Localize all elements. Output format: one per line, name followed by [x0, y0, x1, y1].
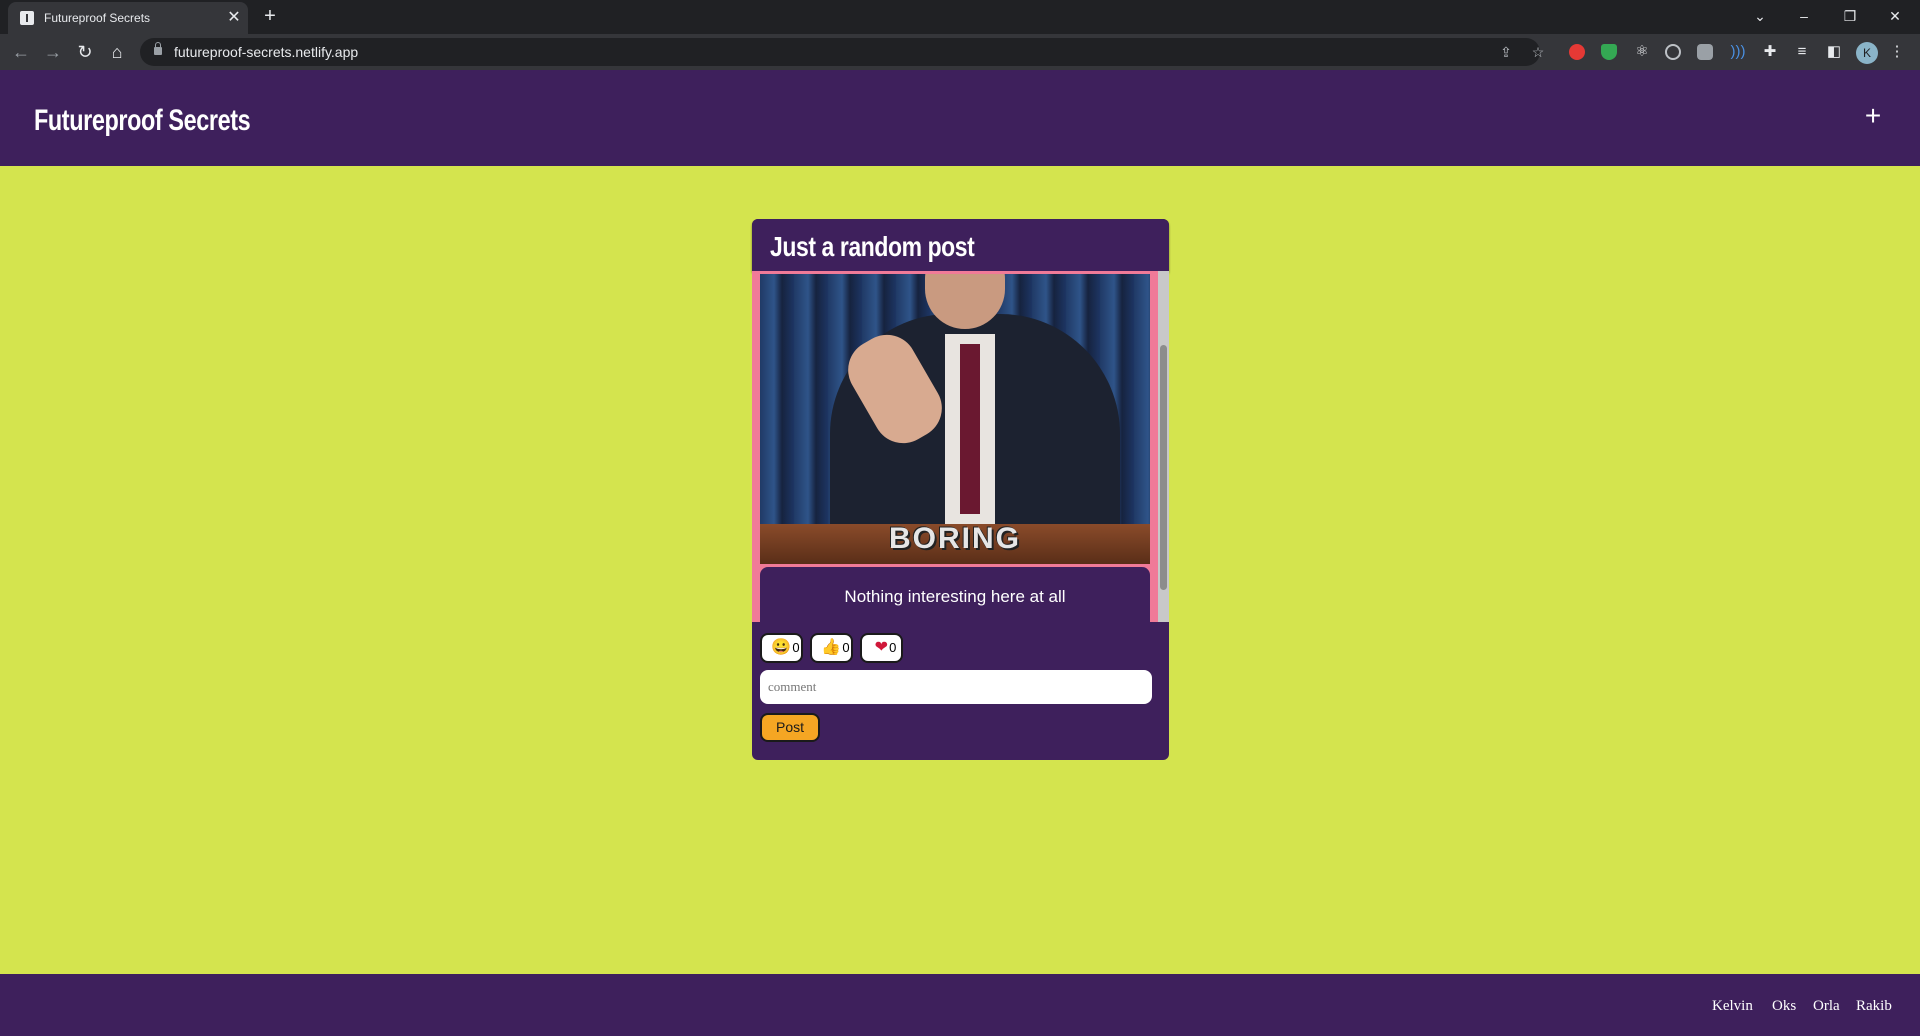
- new-tab-button[interactable]: +: [258, 5, 282, 29]
- add-post-button[interactable]: +: [1858, 102, 1888, 132]
- post-body-box: Nothing interesting here at all: [760, 567, 1150, 622]
- lock-icon[interactable]: [154, 42, 162, 55]
- credit-link[interactable]: Kelvin: [1712, 998, 1753, 1015]
- url-text[interactable]: futureproof-secrets.netlify.app: [174, 44, 358, 60]
- post-comment-button[interactable]: Post: [760, 713, 820, 742]
- scrollbar[interactable]: [1158, 271, 1169, 622]
- comment-input[interactable]: [760, 670, 1152, 704]
- back-button[interactable]: ←: [8, 39, 34, 65]
- reaction-count: 0: [842, 640, 850, 655]
- forward-button[interactable]: →: [40, 39, 66, 65]
- tab-title: Futureproof Secrets: [44, 11, 151, 25]
- extension-atom-icon[interactable]: ⚛: [1631, 41, 1653, 63]
- side-panel-icon[interactable]: ◧: [1823, 41, 1845, 63]
- extension-shield-icon[interactable]: [1601, 44, 1617, 60]
- credit-link[interactable]: Oks: [1772, 998, 1796, 1015]
- post-title-bar: Just a random post: [752, 219, 1169, 271]
- media-control-icon[interactable]: ≡: [1791, 41, 1813, 63]
- close-window-button[interactable]: ✕: [1883, 4, 1907, 28]
- extension-square-icon[interactable]: [1697, 44, 1713, 60]
- browser-tab[interactable]: Futureproof Secrets ✕: [8, 2, 248, 34]
- bookmark-star-icon[interactable]: ☆: [1528, 42, 1548, 62]
- reaction-laugh-button[interactable]: 😀0: [760, 633, 803, 663]
- site-header: Futureproof Secrets +: [0, 70, 1920, 166]
- gif-tie: [960, 344, 980, 514]
- browser-tab-bar: Futureproof Secrets ✕ + ⌄ – ❐ ✕: [0, 0, 1920, 34]
- credit-link[interactable]: Orla: [1813, 998, 1840, 1015]
- profile-avatar[interactable]: K: [1856, 42, 1878, 64]
- scrollbar-thumb[interactable]: [1160, 345, 1167, 590]
- minimize-button[interactable]: –: [1792, 4, 1816, 28]
- post-content-scroll[interactable]: BORING Nothing interesting here at all: [752, 271, 1169, 622]
- gif-caption: BORING: [889, 522, 1021, 555]
- post-gif-image: BORING: [760, 274, 1150, 564]
- site-title[interactable]: Futureproof Secrets: [34, 104, 251, 138]
- site-favicon-icon: [20, 11, 34, 25]
- menu-icon[interactable]: ⋮: [1886, 41, 1908, 63]
- reload-button[interactable]: ↻: [72, 39, 98, 65]
- address-bar[interactable]: futureproof-secrets.netlify.app ⇪ ☆: [140, 38, 1544, 66]
- credit-link[interactable]: Rakib: [1856, 998, 1892, 1015]
- restore-button[interactable]: ❐: [1838, 4, 1862, 28]
- tab-search-icon[interactable]: ⌄: [1748, 4, 1772, 28]
- post-body: Nothing interesting here at all: [844, 587, 1066, 606]
- browser-toolbar: ← → ↻ ⌂ futureproof-secrets.netlify.app …: [0, 34, 1920, 70]
- reaction-count: 0: [889, 640, 897, 655]
- extensions-puzzle-icon[interactable]: ✚: [1759, 41, 1781, 63]
- reaction-heart-button[interactable]: ❤0: [860, 633, 903, 663]
- laugh-emoji-icon: 😀: [771, 639, 792, 656]
- extension-red-icon[interactable]: [1569, 44, 1585, 60]
- heart-icon: ❤: [874, 639, 889, 656]
- share-icon[interactable]: ⇪: [1496, 42, 1516, 62]
- extension-circle-icon[interactable]: [1665, 44, 1681, 60]
- reaction-thumbs-up-button[interactable]: 👍0: [810, 633, 853, 663]
- reaction-count: 0: [792, 640, 800, 655]
- extension-wave-icon[interactable]: ))): [1727, 41, 1749, 63]
- home-button[interactable]: ⌂: [104, 39, 130, 65]
- post-card: Just a random post BORING Nothing intere…: [752, 219, 1169, 760]
- site-footer: Kelvin Oks Orla Rakib: [0, 974, 1920, 1036]
- close-tab-icon[interactable]: ✕: [224, 8, 244, 28]
- post-title: Just a random post: [770, 231, 975, 262]
- thumbs-up-icon: 👍: [821, 639, 842, 656]
